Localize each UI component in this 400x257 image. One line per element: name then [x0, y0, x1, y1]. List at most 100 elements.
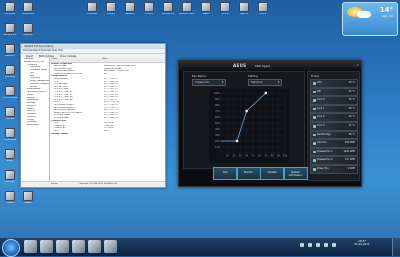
desktop-icon[interactable]: Network	[2, 44, 18, 58]
desktop-icon[interactable]: Library	[103, 2, 119, 16]
bottom-tab-button[interactable]: Update	[260, 167, 284, 180]
curve-control-point[interactable]	[264, 91, 267, 95]
desktop-icon-label: GPU-Z	[259, 13, 267, 15]
sensor-row[interactable]: Core 2 29 °C	[310, 113, 358, 122]
cloud-icon	[357, 11, 371, 18]
aida64-taskbar-icon[interactable]	[72, 240, 85, 253]
app-taskbar-icon[interactable]	[104, 240, 117, 253]
desktop-icon[interactable]: Speccy	[236, 2, 252, 16]
value-cell: 20%	[104, 129, 109, 132]
app-icon	[201, 2, 211, 12]
app-icon	[5, 149, 15, 159]
desktop-icon[interactable]: Steam	[198, 2, 214, 16]
show-desktop-button[interactable]	[392, 238, 400, 256]
desktop-icon-label: Recycle Bin	[161, 13, 175, 15]
sensor-value: 30 °C	[348, 81, 355, 84]
fan-xpert-taskbar-icon[interactable]	[88, 240, 101, 253]
desktop-icon[interactable]: Music	[2, 149, 18, 163]
sensor-value: 727 RPM	[344, 158, 355, 162]
bottom-tab-label: Update	[267, 171, 277, 174]
window-controls[interactable]: – ×	[354, 63, 359, 67]
desktop-icon[interactable]: Mozilla Firefox	[179, 2, 195, 16]
app-icon	[5, 170, 15, 180]
desktop-icon-label: Network	[5, 55, 15, 57]
fan-name-value: Chassis Fan	[195, 81, 210, 84]
desktop-icon[interactable]: Computer	[84, 2, 100, 16]
desktop-icon[interactable]: Documents	[2, 128, 18, 142]
curve-control-point[interactable]	[235, 139, 239, 143]
desktop-icon[interactable]: Control Panel	[2, 86, 18, 100]
tree-item[interactable]: Benchmark	[21, 124, 49, 127]
desktop-icon[interactable]: Videos	[2, 191, 18, 205]
desktop-icon[interactable]: Computer	[2, 2, 18, 16]
setting-label: Setting	[248, 74, 259, 78]
sensor-name: Power Fan	[317, 167, 329, 170]
sensor-sidebar: Probe CPU 30 °C MB 32 °C Core 0 30 °C Core 1 28…	[307, 71, 360, 181]
status-text: Sensor	[51, 183, 58, 185]
fan-xpert-window[interactable]: ASUS FAN Xpert – × Fan Name Chassis Fan ▼…	[178, 60, 362, 187]
navigation-tree[interactable]: Computer AIDA64 v2.00.1700 Computer Summary…	[21, 58, 50, 182]
curve-control-point[interactable]	[245, 109, 248, 113]
desktop-icon[interactable]: Steam	[20, 191, 36, 205]
sensor-icon	[313, 90, 316, 94]
desktop-icon[interactable]: Pictures	[2, 170, 18, 184]
desktop-icon-label: Steam	[24, 202, 32, 204]
power-icon[interactable]	[324, 243, 328, 247]
desktop-icon-label: Libraries	[5, 76, 15, 78]
desktop-icon[interactable]: Recycle Bin	[160, 2, 176, 16]
language-icon[interactable]	[332, 243, 336, 247]
explorer-taskbar-icon[interactable]	[24, 240, 37, 253]
desktop-icon[interactable]: Downloads	[20, 2, 36, 16]
desktop-icon-label: Recycle Bin	[3, 34, 17, 36]
sensor-table: Field Value Sensor Properties Sensor Type…	[50, 58, 165, 182]
fan-name-label: Fan Name	[192, 74, 206, 78]
weather-gadget[interactable]: 14° Kyiv, UA	[342, 2, 398, 36]
sensor-row[interactable]: CPU Fan 992 RPM	[310, 139, 358, 148]
value-cell: No	[104, 72, 107, 75]
desktop-icon[interactable]: Desktop	[20, 23, 36, 37]
sensor-value: 38 °C	[348, 132, 355, 136]
sensor-row[interactable]: Chassis Fan 2 727 RPM	[310, 156, 358, 165]
table-section-row[interactable]: Voltage Values	[50, 133, 165, 136]
fan-curve-graph[interactable]: 100%90%80%70%60%50%40%30%20%10% 10 20 30 40…	[209, 89, 289, 163]
sensor-row[interactable]: Core 3 27 °C	[310, 122, 358, 131]
media-player-taskbar-icon[interactable]	[56, 240, 69, 253]
sensor-row[interactable]: CPU 30 °C	[310, 79, 358, 88]
volume-icon[interactable]	[316, 243, 320, 247]
desktop-icon[interactable]: Games	[2, 107, 18, 121]
fan-name-select[interactable]: Chassis Fan ▼	[192, 79, 226, 86]
bottom-tab-button[interactable]: Monitor	[236, 167, 261, 180]
desktop-icon[interactable]: Control	[141, 2, 157, 16]
setting-select[interactable]: Standard ▼	[248, 79, 282, 86]
sensor-row[interactable]: Chassis Fan 1 1045 RPM	[310, 147, 358, 157]
browser-taskbar-icon[interactable]	[40, 240, 53, 253]
x-tick-label: 100	[283, 155, 288, 158]
sensor-icon	[313, 133, 316, 137]
bottom-tab-button[interactable]: System Information	[283, 167, 308, 180]
sensor-name: Northbridge	[317, 132, 331, 136]
sensor-value: 29 °C	[348, 115, 355, 119]
sensor-row[interactable]: Core 0 30 °C	[310, 96, 358, 105]
column-field[interactable]: Field	[50, 58, 100, 62]
bottom-tab-button[interactable]: Tool	[213, 167, 237, 180]
desktop-icon-label: Control Panel	[2, 97, 18, 99]
desktop-icon[interactable]: Libraries	[2, 65, 18, 79]
y-tick-label: 60%	[215, 116, 220, 119]
app-icon	[5, 107, 15, 117]
column-value[interactable]: Value	[100, 58, 108, 62]
clock[interactable]: 16:37 21.04.2011	[352, 239, 372, 247]
desktop-icon[interactable]: GPU-Z	[255, 2, 271, 16]
app-icon	[87, 2, 97, 12]
sensor-row[interactable]: MB 32 °C	[310, 87, 358, 97]
start-button[interactable]	[2, 239, 20, 257]
desktop-icon[interactable]: Recycle Bin	[2, 23, 18, 37]
aida64-window[interactable]: AIDA64 Extreme Edition File View Report …	[20, 43, 166, 188]
tray-arrow-icon[interactable]	[300, 243, 304, 247]
desktop-icon[interactable]: CPU-Z	[217, 2, 233, 16]
bottom-toolbar: Tool Monitor Update System Information	[213, 167, 308, 180]
sensor-row[interactable]: Power Fan 0 RPM	[310, 165, 358, 174]
sensor-row[interactable]: Core 1 28 °C	[310, 104, 358, 114]
desktop-icon[interactable]: Network	[122, 2, 138, 16]
sensor-row[interactable]: Northbridge 38 °C	[310, 130, 358, 140]
network-icon[interactable]	[308, 243, 312, 247]
